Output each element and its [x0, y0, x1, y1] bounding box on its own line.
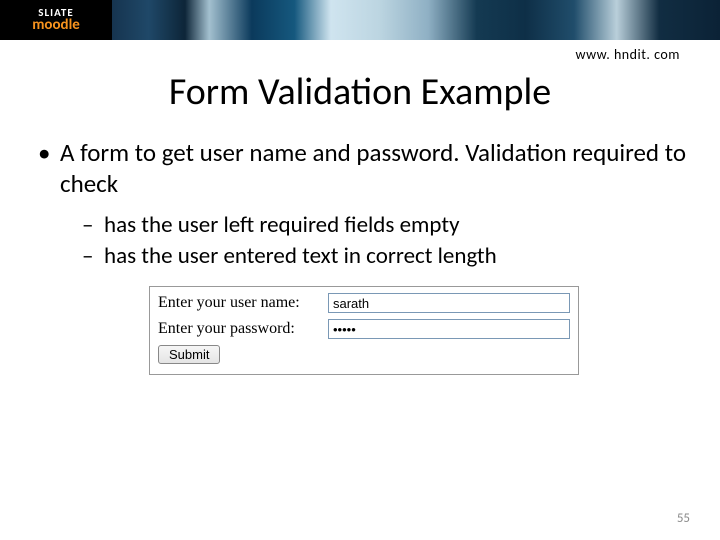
- slide-content: • A form to get user name and password. …: [0, 137, 720, 375]
- bullet-level-1: • A form to get user name and password. …: [38, 137, 690, 200]
- banner-image-strip: [112, 0, 720, 40]
- form-screenshot: Enter your user name: sarath Enter your …: [149, 286, 579, 375]
- submit-button[interactable]: Submit: [158, 345, 220, 364]
- slide-title: Form Validation Example: [0, 69, 720, 115]
- bullet-level-2: – has the user left required fields empt…: [82, 210, 690, 241]
- page-number: 55: [677, 511, 690, 526]
- bullet-level-2: – has the user entered text in correct l…: [82, 241, 690, 272]
- password-row: Enter your password: •••••: [158, 319, 570, 339]
- subbullet-text: has the user entered text in correct len…: [104, 241, 497, 272]
- logo-line-2: moodle: [32, 18, 80, 33]
- site-url: www. hndit. com: [0, 40, 720, 63]
- bullet-marker: •: [38, 137, 60, 200]
- bullet-text: A form to get user name and password. Va…: [60, 137, 690, 200]
- password-input[interactable]: •••••: [328, 319, 570, 339]
- password-label: Enter your password:: [158, 320, 328, 338]
- dash-marker: –: [82, 241, 104, 272]
- header-banner: SLIATE moodle: [0, 0, 720, 40]
- dash-marker: –: [82, 210, 104, 241]
- username-input[interactable]: sarath: [328, 293, 570, 313]
- username-label: Enter your user name:: [158, 294, 328, 312]
- site-logo: SLIATE moodle: [0, 0, 112, 40]
- username-row: Enter your user name: sarath: [158, 293, 570, 313]
- subbullet-text: has the user left required fields empty: [104, 210, 460, 241]
